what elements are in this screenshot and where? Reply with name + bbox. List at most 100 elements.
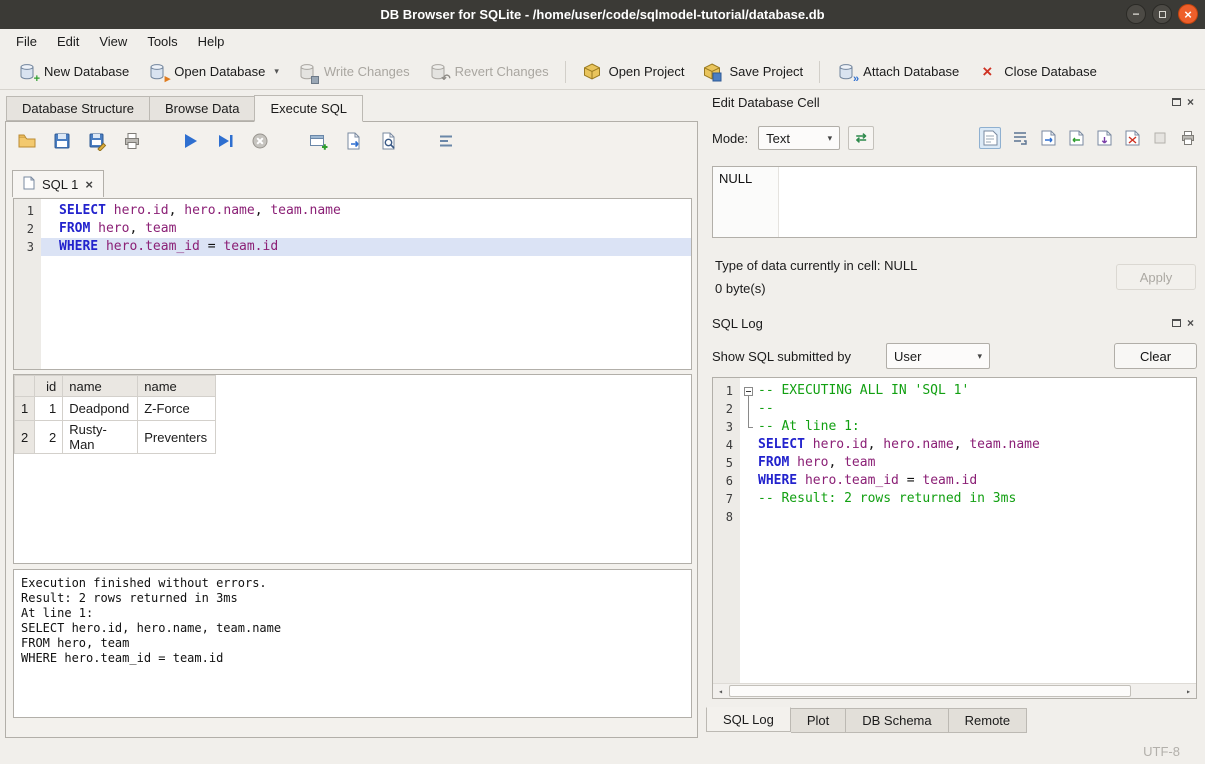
toolbar-separator xyxy=(819,61,820,83)
import-file-icon[interactable] xyxy=(1039,129,1057,147)
sql-editor-tab[interactable]: SQL 1 × xyxy=(12,170,104,197)
attach-database-button[interactable]: » Attach Database xyxy=(827,58,968,86)
grid-column-id[interactable]: id xyxy=(35,376,63,397)
export-file-icon[interactable] xyxy=(1067,129,1085,147)
cell-value-editor[interactable]: NULL xyxy=(712,166,1197,238)
scrollbar-thumb[interactable] xyxy=(729,685,1131,697)
line-number: 3 xyxy=(14,238,41,256)
grid-cell[interactable]: Rusty-Man xyxy=(63,421,138,454)
row-number[interactable]: 1 xyxy=(15,397,35,421)
dock-float-icon[interactable] xyxy=(1172,98,1181,106)
export-results-button[interactable] xyxy=(342,130,364,152)
horizontal-scrollbar[interactable]: ◂ ▸ xyxy=(713,683,1196,698)
main-tab-bar: Database Structure Browse Data Execute S… xyxy=(6,95,363,121)
code-line: 2-- xyxy=(713,400,1196,418)
dock-tab-plot[interactable]: Plot xyxy=(791,708,846,733)
sql-file-icon xyxy=(23,176,35,193)
close-database-button[interactable]: × Close Database xyxy=(968,58,1106,86)
sql-tab-close-icon[interactable]: × xyxy=(85,177,93,192)
tab-browse-data[interactable]: Browse Data xyxy=(149,96,254,121)
print-cell-icon[interactable] xyxy=(1179,129,1197,147)
sql-editor-tab-label: SQL 1 xyxy=(42,177,78,192)
menu-file[interactable]: File xyxy=(6,31,47,52)
sql-editor[interactable]: 1SELECT hero.id, hero.name, team.name2FR… xyxy=(13,198,692,370)
log-code: 1-- EXECUTING ALL IN 'SQL 1'2--3-- At li… xyxy=(713,378,1196,526)
auto-format-button[interactable]: ⇄ xyxy=(848,126,874,150)
scroll-left-icon[interactable]: ◂ xyxy=(713,684,728,698)
revert-changes-label: Revert Changes xyxy=(455,64,549,79)
set-null-icon[interactable] xyxy=(1123,129,1141,147)
table-row[interactable]: 22Rusty-ManPreventers xyxy=(15,421,216,454)
clear-button[interactable]: Clear xyxy=(1114,343,1197,369)
open-database-dropdown-icon[interactable]: ▾ xyxy=(274,66,279,77)
execution-message-panel[interactable]: Execution finished without errors. Resul… xyxy=(13,569,692,718)
open-database-icon: ▸ xyxy=(147,62,167,82)
dock-tab-db-schema[interactable]: DB Schema xyxy=(846,708,948,733)
grid-column-name[interactable]: name xyxy=(138,376,216,397)
print-button[interactable] xyxy=(121,130,143,152)
sql-log-filter-select[interactable]: User ▾ xyxy=(886,343,990,369)
sql-log-view[interactable]: 1-- EXECUTING ALL IN 'SQL 1'2--3-- At li… xyxy=(712,377,1197,699)
text-view-toggle[interactable] xyxy=(979,127,1001,149)
sql-log-dock-header[interactable]: SQL Log × xyxy=(706,314,1198,332)
dock-close-icon[interactable]: × xyxy=(1187,317,1194,329)
execute-all-button[interactable] xyxy=(179,130,201,152)
find-button[interactable] xyxy=(377,130,399,152)
grid-column-name[interactable]: name xyxy=(63,376,138,397)
new-database-button[interactable]: + New Database xyxy=(8,58,138,86)
new-tab-button[interactable] xyxy=(307,130,329,152)
save-as-cell-icon[interactable] xyxy=(1095,129,1113,147)
save-project-button[interactable]: Save Project xyxy=(693,58,812,86)
open-project-button[interactable]: Open Project xyxy=(573,58,694,86)
line-number: 6 xyxy=(713,472,740,490)
maximize-button[interactable] xyxy=(1152,4,1172,24)
grid-cell[interactable]: Z-Force xyxy=(138,397,216,421)
tab-execute-sql[interactable]: Execute SQL xyxy=(254,95,363,122)
line-number: 5 xyxy=(713,454,740,472)
code-line: 2FROM hero, team xyxy=(14,220,691,238)
attach-database-label: Attach Database xyxy=(863,64,959,79)
save-sql-as-button[interactable] xyxy=(86,130,108,152)
grid-cell[interactable]: 2 xyxy=(35,421,63,454)
revert-changes-button: ↶ Revert Changes xyxy=(419,58,558,86)
line-number: 2 xyxy=(713,400,740,418)
word-wrap-icon[interactable] xyxy=(1011,129,1029,147)
execute-current-line-button[interactable] xyxy=(214,130,236,152)
edit-cell-title: Edit Database Cell xyxy=(706,95,820,110)
sql-log-filter-label: Show SQL submitted by xyxy=(712,349,851,364)
dock-tab-sql-log[interactable]: SQL Log xyxy=(706,707,791,732)
menu-view[interactable]: View xyxy=(89,31,137,52)
format-sql-button[interactable] xyxy=(435,130,457,152)
titlebar[interactable]: DB Browser for SQLite - /home/user/code/… xyxy=(0,0,1205,29)
row-number[interactable]: 2 xyxy=(15,421,35,454)
table-row[interactable]: 11DeadpondZ-Force xyxy=(15,397,216,421)
tab-database-structure[interactable]: Database Structure xyxy=(6,96,149,121)
mode-select[interactable]: Text ▾ xyxy=(758,126,840,150)
close-database-icon: × xyxy=(977,62,997,82)
menubar: File Edit View Tools Help xyxy=(0,29,1205,54)
grid-corner[interactable] xyxy=(15,376,35,397)
edit-cell-dock-header[interactable]: Edit Database Cell × xyxy=(706,93,1198,111)
write-changes-button: Write Changes xyxy=(288,58,419,86)
fold-collapse-icon[interactable] xyxy=(744,387,753,396)
results-grid[interactable]: id name name 11DeadpondZ-Force22Rusty-Ma… xyxy=(13,374,692,564)
write-changes-icon xyxy=(297,62,317,82)
menu-help[interactable]: Help xyxy=(188,31,235,52)
dock-tab-remote[interactable]: Remote xyxy=(949,708,1028,733)
dock-close-icon[interactable]: × xyxy=(1187,96,1194,108)
open-database-button[interactable]: ▸ Open Database ▾ xyxy=(138,58,288,86)
scroll-right-icon[interactable]: ▸ xyxy=(1181,684,1196,698)
minimize-button[interactable]: − xyxy=(1126,4,1146,24)
menu-tools[interactable]: Tools xyxy=(137,31,187,52)
text-view-icon xyxy=(981,129,999,147)
grid-cell[interactable]: Deadpond xyxy=(63,397,138,421)
menu-edit[interactable]: Edit xyxy=(47,31,89,52)
save-project-icon xyxy=(702,62,722,82)
close-button[interactable]: × xyxy=(1178,4,1198,24)
grid-cell[interactable]: Preventers xyxy=(138,421,216,454)
open-sql-file-button[interactable] xyxy=(16,130,38,152)
save-sql-file-button[interactable] xyxy=(51,130,73,152)
grid-cell[interactable]: 1 xyxy=(35,397,63,421)
dock-float-icon[interactable] xyxy=(1172,319,1181,327)
code-line: 5FROM hero, team xyxy=(713,454,1196,472)
